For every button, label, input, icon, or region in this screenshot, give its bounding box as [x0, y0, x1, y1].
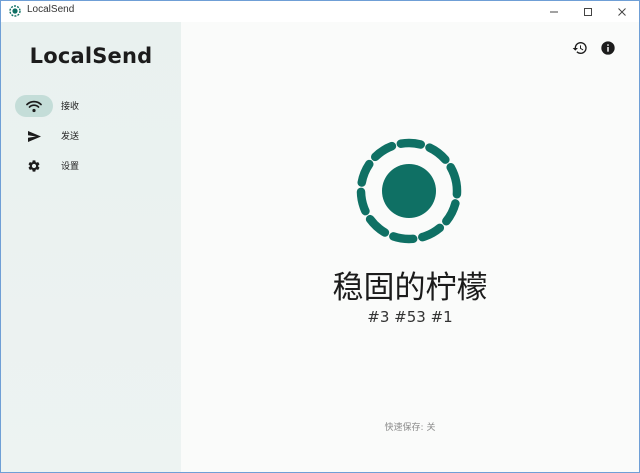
sidebar: LocalSend 接收 发送 设置	[1, 22, 181, 472]
minimize-button[interactable]	[537, 1, 571, 22]
device-name: 稳固的柠檬	[332, 270, 488, 306]
device-code: #3 #53 #1	[367, 308, 453, 326]
app-window: LocalSend LocalSend 接收 发送 设置 稳固的柠檬 #3 #5…	[0, 0, 640, 473]
history-button[interactable]	[572, 40, 588, 56]
brand-title: LocalSend	[29, 44, 153, 68]
minimize-icon	[550, 11, 558, 12]
window-title: LocalSend	[27, 4, 75, 15]
quick-save-status[interactable]: 快速保存: 关	[181, 420, 639, 433]
sidebar-item-label: 设置	[61, 162, 80, 172]
sidebar-item-send[interactable]: 发送	[15, 125, 165, 147]
gear-icon	[25, 158, 43, 174]
sidebar-item-settings[interactable]: 设置	[15, 155, 165, 177]
history-icon	[572, 42, 587, 55]
wifi-icon	[25, 98, 43, 114]
send-icon	[25, 128, 43, 144]
main-content: 稳固的柠檬 #3 #53 #1 快速保存: 关	[181, 22, 639, 472]
close-button[interactable]	[605, 1, 639, 22]
sidebar-item-label: 发送	[61, 132, 80, 142]
maximize-icon	[584, 7, 592, 16]
title-bar[interactable]: LocalSend	[1, 1, 639, 22]
localsend-logo-icon	[356, 138, 462, 244]
close-icon	[618, 7, 626, 16]
info-icon	[601, 41, 615, 55]
maximize-button[interactable]	[571, 1, 605, 22]
sidebar-item-label: 接收	[61, 102, 80, 112]
info-button[interactable]	[600, 40, 616, 56]
sidebar-item-receive[interactable]: 接收	[15, 95, 165, 117]
app-logo-icon	[9, 5, 21, 17]
